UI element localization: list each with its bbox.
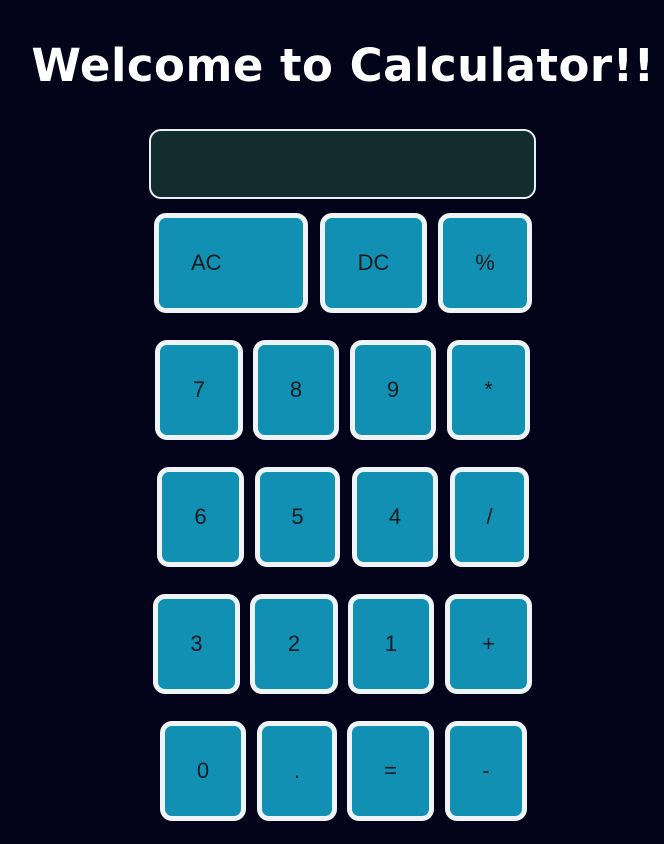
plus-button[interactable]: + <box>445 594 532 694</box>
ac-button[interactable]: AC <box>154 213 308 313</box>
digit-9-button[interactable]: 9 <box>350 340 436 440</box>
equals-button[interactable]: = <box>347 721 434 821</box>
divide-button[interactable]: / <box>450 467 529 567</box>
decimal-point-button[interactable]: . <box>257 721 337 821</box>
minus-button[interactable]: - <box>445 721 527 821</box>
calculator-display[interactable] <box>149 129 536 199</box>
digit-6-button[interactable]: 6 <box>157 467 244 567</box>
digit-3-button[interactable]: 3 <box>153 594 240 694</box>
page-title: Welcome to Calculator!! <box>31 39 655 92</box>
multiply-button[interactable]: * <box>447 340 530 440</box>
digit-0-button[interactable]: 0 <box>160 721 246 821</box>
digit-2-button[interactable]: 2 <box>250 594 338 694</box>
percent-button[interactable]: % <box>438 213 532 313</box>
digit-8-button[interactable]: 8 <box>253 340 339 440</box>
dc-button[interactable]: DC <box>320 213 427 313</box>
digit-7-button[interactable]: 7 <box>155 340 243 440</box>
digit-4-button[interactable]: 4 <box>352 467 438 567</box>
digit-1-button[interactable]: 1 <box>348 594 434 694</box>
digit-5-button[interactable]: 5 <box>255 467 340 567</box>
